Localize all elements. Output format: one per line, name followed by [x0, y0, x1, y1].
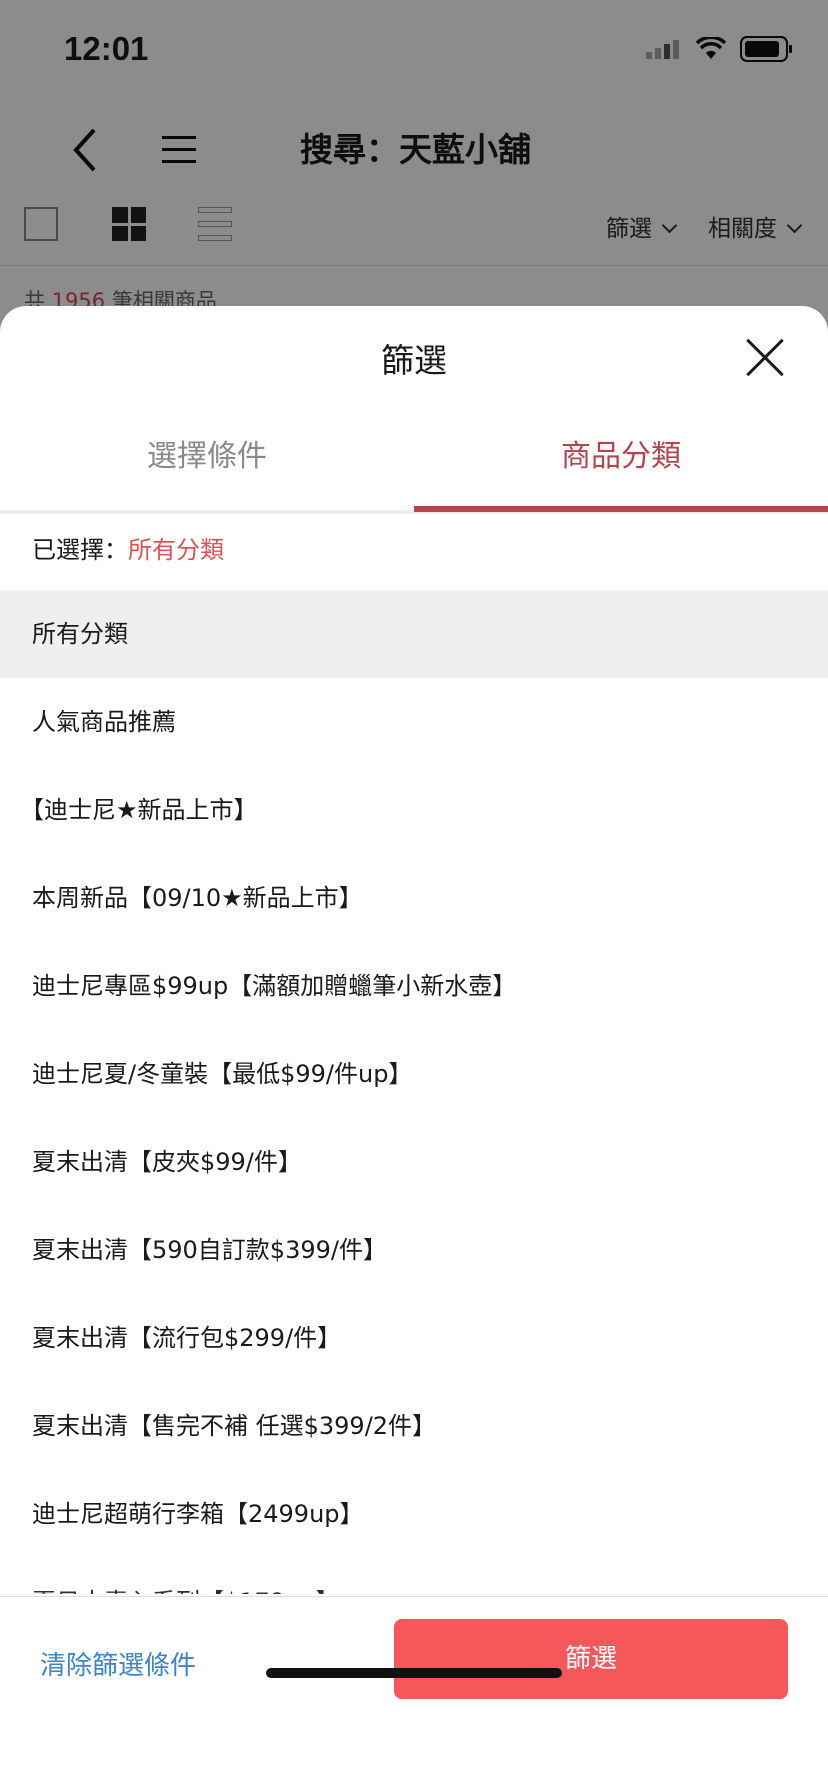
category-item[interactable]: 迪士尼夏/冬童裝【最低$99/件up】 [0, 1030, 828, 1118]
close-icon[interactable] [744, 336, 788, 380]
selected-value: 所有分類 [128, 536, 224, 564]
category-item[interactable]: 本周新品【09/10★新品上市】 [0, 854, 828, 942]
filter-tabs: 選擇條件 商品分類 [0, 422, 828, 514]
category-item[interactable]: 夏末出清【皮夾$99/件】 [0, 1118, 828, 1206]
category-item[interactable]: 迪士尼專區$99up【滿額加贈蠟筆小新水壺】 [0, 942, 828, 1030]
home-indicator [266, 1668, 562, 1678]
category-item[interactable]: 夏末出清【售完不補 任選$399/2件】 [0, 1382, 828, 1470]
selected-label: 已選擇： [32, 536, 128, 564]
category-item[interactable]: 夏末出清【590自訂款$399/件】 [0, 1206, 828, 1294]
selected-summary: 已選擇：所有分類 [32, 530, 224, 565]
category-item[interactable]: 【迪士尼★新品上市】 [0, 766, 828, 854]
category-item[interactable]: 迪士尼超萌行李箱【2499up】 [0, 1470, 828, 1558]
tab-conditions[interactable]: 選擇條件 [0, 422, 414, 510]
category-item[interactable]: 人氣商品推薦 [0, 678, 828, 766]
apply-filter-button[interactable]: 篩選 [394, 1619, 788, 1699]
sheet-title: 篩選 [381, 341, 447, 380]
category-list: 所有分類 人氣商品推薦 【迪士尼★新品上市】 本周新品【09/10★新品上市】 … [0, 590, 828, 1594]
tab-category[interactable]: 商品分類 [414, 422, 828, 512]
category-item[interactable]: 所有分類 [0, 590, 828, 678]
clear-filters-button[interactable]: 清除篩選條件 [40, 1641, 196, 1691]
filter-sheet: 篩選 選擇條件 商品分類 已選擇：所有分類 所有分類 人氣商品推薦 【迪士尼★新… [0, 306, 828, 1792]
sheet-footer: 清除篩選條件 篩選 [0, 1596, 828, 1792]
category-item[interactable]: 夏末出清【流行包$299/件】 [0, 1294, 828, 1382]
category-item[interactable]: 夏日大素入系列【$179up】 [0, 1558, 828, 1594]
